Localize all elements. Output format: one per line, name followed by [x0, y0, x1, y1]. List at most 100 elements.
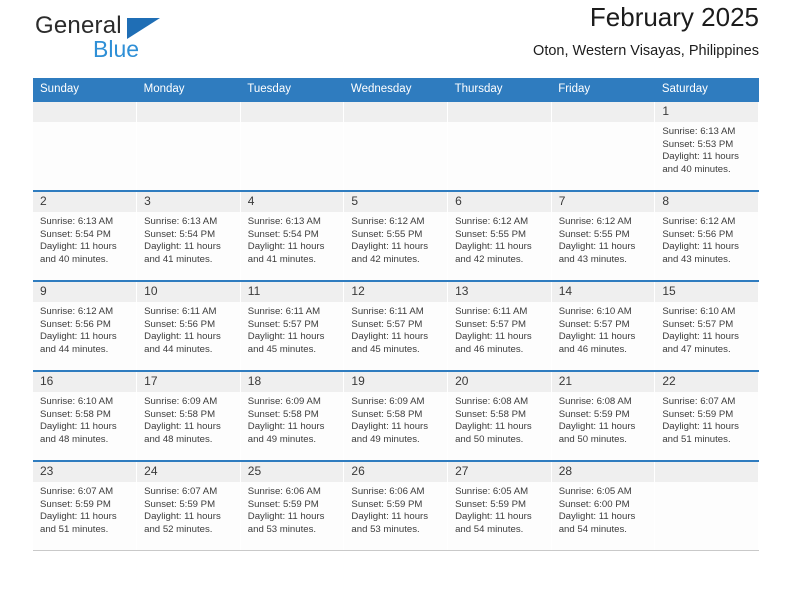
- day-sun-info: Sunrise: 6:09 AM Sunset: 5:58 PM Daylight:…: [137, 392, 240, 446]
- calendar-day-cell[interactable]: 6 Sunrise: 6:12 AM Sunset: 5:55 PM Daylight…: [447, 190, 552, 281]
- day-number: 21: [551, 372, 655, 392]
- calendar-day-cell[interactable]: 17 Sunrise: 6:09 AM Sunset: 5:58 PM Dayligh…: [136, 370, 241, 461]
- calendar-day-cell[interactable]: 27 Sunrise: 6:05 AM Sunset: 5:59 PM Dayligh…: [447, 460, 552, 551]
- day-number: 27: [448, 462, 551, 482]
- calendar-day-cell[interactable]: 10 Sunrise: 6:11 AM Sunset: 5:56 PM Dayligh…: [136, 280, 241, 371]
- day-number: [551, 102, 655, 122]
- day-number: 15: [655, 282, 758, 302]
- calendar-day-cell[interactable]: 7 Sunrise: 6:12 AM Sunset: 5:55 PM Daylight…: [551, 190, 656, 281]
- day-sun-info: Sunrise: 6:11 AM Sunset: 5:57 PM Daylight:…: [241, 302, 344, 356]
- day-number: 26: [344, 462, 448, 482]
- daylight-text: Daylight: 11 hours and 44 minutes.: [144, 331, 221, 355]
- daylight-text: Daylight: 11 hours and 51 minutes.: [40, 511, 117, 535]
- sunset-text: Sunset: 5:54 PM: [144, 228, 216, 240]
- calendar-day-cell[interactable]: 24 Sunrise: 6:07 AM Sunset: 5:59 PM Dayligh…: [136, 460, 241, 551]
- day-sun-info: Sunrise: 6:08 AM Sunset: 5:59 PM Daylight:…: [552, 392, 655, 446]
- sunrise-text: Sunrise: 6:06 AM: [247, 486, 321, 497]
- sunrise-text: Sunrise: 6:10 AM: [558, 306, 632, 317]
- calendar-day-cell[interactable]: 4 Sunrise: 6:13 AM Sunset: 5:54 PM Daylight…: [240, 190, 345, 281]
- sunrise-text: Sunrise: 6:10 AM: [40, 396, 114, 407]
- day-number: 2: [33, 192, 137, 212]
- calendar-day-cell[interactable]: 16 Sunrise: 6:10 AM Sunset: 5:58 PM Dayligh…: [33, 370, 138, 461]
- calendar-day-cell[interactable]: 21 Sunrise: 6:08 AM Sunset: 5:59 PM Dayligh…: [551, 370, 656, 461]
- sunrise-text: Sunrise: 6:09 AM: [144, 396, 218, 407]
- calendar-day-cell[interactable]: 15 Sunrise: 6:10 AM Sunset: 5:57 PM Dayligh…: [654, 280, 759, 371]
- calendar-day-cell[interactable]: 13 Sunrise: 6:11 AM Sunset: 5:57 PM Dayligh…: [447, 280, 552, 371]
- day-sun-info: Sunrise: 6:10 AM Sunset: 5:57 PM Daylight:…: [552, 302, 655, 356]
- calendar-day-cell[interactable]: 25 Sunrise: 6:06 AM Sunset: 5:59 PM Dayligh…: [240, 460, 345, 551]
- calendar-day-cell[interactable]: 19 Sunrise: 6:09 AM Sunset: 5:58 PM Dayligh…: [343, 370, 449, 461]
- calendar-day-cell[interactable]: 26 Sunrise: 6:06 AM Sunset: 5:59 PM Dayligh…: [343, 460, 449, 551]
- sunrise-text: Sunrise: 6:11 AM: [455, 306, 528, 317]
- daylight-text: Daylight: 11 hours and 42 minutes.: [455, 241, 532, 265]
- calendar-day-cell[interactable]: 12 Sunrise: 6:11 AM Sunset: 5:57 PM Dayligh…: [343, 280, 449, 371]
- page-header: General Blue February 2025 Oton, Western…: [33, 0, 759, 74]
- weekday-header-saturday: Saturday: [654, 78, 759, 101]
- sunset-text: Sunset: 5:59 PM: [144, 498, 216, 510]
- sunrise-text: Sunrise: 6:12 AM: [455, 216, 529, 227]
- sunrise-text: Sunrise: 6:13 AM: [247, 216, 321, 227]
- day-number: [448, 102, 551, 122]
- day-sun-info: Sunrise: 6:12 AM Sunset: 5:55 PM Daylight:…: [552, 212, 655, 266]
- day-number: [240, 102, 344, 122]
- calendar-day-cell[interactable]: 22 Sunrise: 6:07 AM Sunset: 5:59 PM Dayligh…: [654, 370, 759, 461]
- calendar-week-row: 9 Sunrise: 6:12 AM Sunset: 5:56 PM Daylight…: [33, 280, 759, 371]
- day-sun-info: Sunrise: 6:13 AM Sunset: 5:54 PM Daylight:…: [241, 212, 344, 266]
- sunset-text: Sunset: 5:59 PM: [40, 498, 111, 510]
- weekday-header-monday: Monday: [136, 78, 241, 101]
- day-sun-info: Sunrise: 6:11 AM Sunset: 5:57 PM Daylight:…: [344, 302, 447, 356]
- daylight-text: Daylight: 11 hours and 46 minutes.: [558, 331, 636, 355]
- daylight-text: Daylight: 11 hours and 48 minutes.: [144, 421, 221, 445]
- day-number: 28: [551, 462, 655, 482]
- day-number: 10: [137, 282, 240, 302]
- daylight-text: Daylight: 11 hours and 50 minutes.: [558, 421, 636, 445]
- day-sun-info: Sunrise: 6:09 AM Sunset: 5:58 PM Daylight:…: [344, 392, 447, 446]
- calendar-cell-empty: [343, 100, 449, 191]
- sunrise-text: Sunrise: 6:08 AM: [455, 396, 529, 407]
- calendar-day-cell[interactable]: 9 Sunrise: 6:12 AM Sunset: 5:56 PM Daylight…: [33, 280, 138, 371]
- calendar-day-cell[interactable]: 5 Sunrise: 6:12 AM Sunset: 5:55 PM Daylight…: [343, 190, 449, 281]
- day-sun-info: Sunrise: 6:11 AM Sunset: 5:57 PM Daylight:…: [448, 302, 551, 356]
- calendar-table: Sunday Monday Tuesday Wednesday Thursday…: [33, 78, 759, 551]
- day-number: 14: [551, 282, 655, 302]
- weekday-header-friday: Friday: [551, 78, 655, 101]
- sunset-text: Sunset: 5:59 PM: [455, 498, 526, 510]
- day-number: [33, 102, 137, 122]
- sunset-text: Sunset: 5:55 PM: [351, 228, 423, 240]
- sunset-text: Sunset: 5:56 PM: [144, 318, 216, 330]
- daylight-text: Daylight: 11 hours and 44 minutes.: [40, 331, 117, 355]
- day-number: 22: [655, 372, 758, 392]
- calendar-day-cell[interactable]: 18 Sunrise: 6:09 AM Sunset: 5:58 PM Dayligh…: [240, 370, 345, 461]
- day-number: 8: [655, 192, 758, 212]
- day-number: 25: [240, 462, 344, 482]
- day-sun-info: Sunrise: 6:05 AM Sunset: 6:00 PM Daylight:…: [552, 482, 655, 536]
- calendar-cell-empty: [240, 100, 345, 191]
- calendar-day-cell[interactable]: 23 Sunrise: 6:07 AM Sunset: 5:59 PM Dayligh…: [33, 460, 138, 551]
- calendar-day-cell[interactable]: 11 Sunrise: 6:11 AM Sunset: 5:57 PM Dayligh…: [240, 280, 345, 371]
- sunset-text: Sunset: 5:59 PM: [247, 498, 319, 510]
- calendar-body: 1 Sunrise: 6:13 AM Sunset: 5:53 PM Daylight…: [33, 100, 759, 551]
- daylight-text: Daylight: 11 hours and 45 minutes.: [247, 331, 325, 355]
- sunset-text: Sunset: 5:58 PM: [40, 408, 111, 420]
- sunrise-text: Sunrise: 6:12 AM: [40, 306, 114, 317]
- calendar-day-cell[interactable]: 28 Sunrise: 6:05 AM Sunset: 6:00 PM Dayligh…: [551, 460, 656, 551]
- calendar-day-cell[interactable]: 2 Sunrise: 6:13 AM Sunset: 5:54 PM Daylight…: [33, 190, 138, 281]
- sunrise-text: Sunrise: 6:12 AM: [558, 216, 632, 227]
- calendar-day-cell[interactable]: 8 Sunrise: 6:12 AM Sunset: 5:56 PM Daylight…: [654, 190, 759, 281]
- calendar-day-cell[interactable]: 20 Sunrise: 6:08 AM Sunset: 5:58 PM Dayligh…: [447, 370, 552, 461]
- calendar-day-cell[interactable]: 1 Sunrise: 6:13 AM Sunset: 5:53 PM Daylight…: [654, 100, 759, 191]
- day-number: 5: [344, 192, 448, 212]
- sunrise-text: Sunrise: 6:07 AM: [40, 486, 114, 497]
- day-sun-info: Sunrise: 6:12 AM Sunset: 5:55 PM Daylight:…: [344, 212, 447, 266]
- sunset-text: Sunset: 5:56 PM: [662, 228, 734, 240]
- sunset-text: Sunset: 5:59 PM: [662, 408, 734, 420]
- daylight-text: Daylight: 11 hours and 48 minutes.: [40, 421, 117, 445]
- general-blue-logo[interactable]: General Blue: [33, 8, 273, 64]
- day-number: [344, 102, 448, 122]
- calendar-week-row: 1 Sunrise: 6:13 AM Sunset: 5:53 PM Daylight…: [33, 100, 759, 191]
- calendar-week-row: 16 Sunrise: 6:10 AM Sunset: 5:58 PM Dayligh…: [33, 370, 759, 461]
- calendar-day-cell[interactable]: 14 Sunrise: 6:10 AM Sunset: 5:57 PM Dayligh…: [551, 280, 656, 371]
- sunrise-text: Sunrise: 6:11 AM: [351, 306, 424, 317]
- sunset-text: Sunset: 5:57 PM: [558, 318, 630, 330]
- calendar-day-cell[interactable]: 3 Sunrise: 6:13 AM Sunset: 5:54 PM Daylight…: [136, 190, 241, 281]
